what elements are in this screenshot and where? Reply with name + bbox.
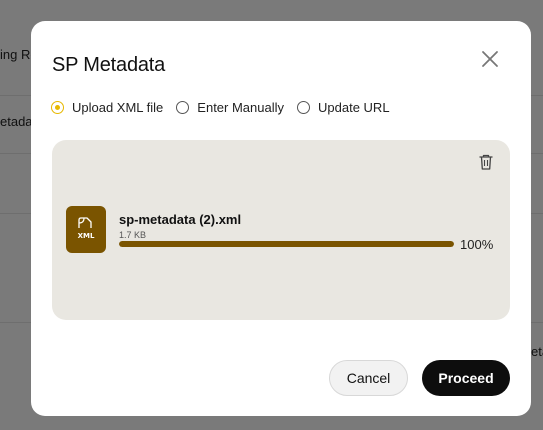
proceed-button[interactable]: Proceed [422, 360, 510, 396]
radio-enter-manually[interactable]: Enter Manually [176, 100, 284, 115]
metadata-source-radio-group: Upload XML file Enter Manually Update UR… [51, 100, 403, 115]
radio-upload-xml-file[interactable]: Upload XML file [51, 100, 163, 115]
radio-button[interactable] [297, 101, 311, 114]
trash-icon[interactable] [478, 153, 494, 171]
xml-file-icon: XML [66, 206, 106, 253]
dialog-title: SP Metadata [52, 54, 166, 76]
file-name: sp-metadata (2).xml [119, 212, 242, 227]
radio-label: Upload XML file [72, 100, 164, 115]
file-upload-area: XML sp-metadata (2).xml 1.7 KB 100% [52, 140, 510, 320]
radio-update-url[interactable]: Update URL [297, 100, 390, 115]
close-icon[interactable] [479, 48, 501, 70]
upload-progress-percent: 100% [460, 237, 494, 252]
upload-progress-bar [119, 241, 454, 247]
sp-metadata-dialog: SP Metadata Upload XML file Enter Manual… [31, 21, 531, 416]
radio-button-selected[interactable] [51, 101, 64, 114]
xml-icon-label: XML [78, 232, 95, 240]
cancel-button[interactable]: Cancel [329, 360, 408, 396]
radio-button[interactable] [176, 101, 190, 114]
file-size: 1.7 KB [119, 230, 147, 240]
radio-label: Update URL [318, 100, 390, 115]
upload-progress-fill [119, 241, 454, 247]
radio-label: Enter Manually [197, 100, 285, 115]
